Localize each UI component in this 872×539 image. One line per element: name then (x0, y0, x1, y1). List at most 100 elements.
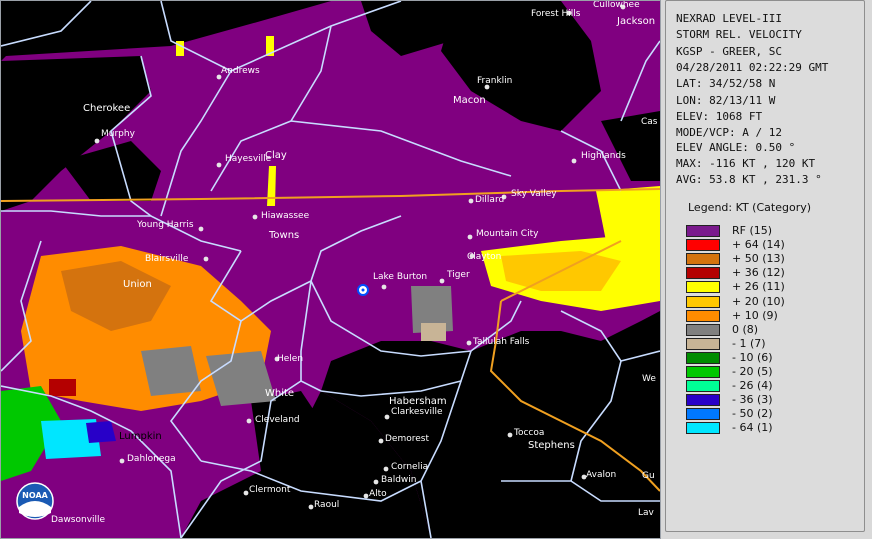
legend-label: + 50 (13) (732, 252, 785, 266)
legend-swatch (686, 309, 720, 322)
noaa-logo: NOAA (16, 482, 54, 520)
legend-swatch (686, 267, 720, 280)
city-dot (466, 340, 472, 346)
place-label: Mountain City (476, 229, 539, 239)
place-label: Dillard (475, 195, 504, 205)
place-label: Cas (641, 117, 658, 127)
legend-swatch (686, 323, 720, 336)
city-dot (373, 479, 379, 485)
info-stat-line: AVG: 53.8 KT , 231.3 ° (676, 173, 822, 186)
legend-label: + 26 (11) (732, 280, 785, 294)
legend-label: + 10 (9) (732, 308, 778, 322)
info-line: LON: 82/13/11 W (676, 93, 776, 107)
place-label: Lav (638, 508, 655, 518)
legend-swatch (686, 295, 720, 308)
legend-label: 0 (8) (732, 322, 759, 336)
city-dot (308, 504, 314, 510)
legend-label: + 64 (14) (732, 238, 785, 252)
city-dot (384, 414, 390, 420)
legend-label: - 64 (1) (732, 421, 773, 435)
place-label: Macon (453, 95, 486, 106)
info-line: NEXRAD LEVEL-III (676, 12, 782, 25)
place-label: White (265, 388, 294, 399)
city-dot (468, 198, 474, 204)
legend-label: - 10 (6) (732, 350, 773, 364)
city-dot (507, 432, 513, 438)
noaa-logo-text: NOAA (22, 491, 48, 500)
info-line: LAT: 34/52/58 N (676, 77, 776, 91)
place-label: Alto (369, 489, 387, 499)
place-label: Gu (642, 471, 655, 481)
legend-swatch (686, 380, 720, 393)
place-label: Clarkesville (391, 407, 443, 417)
place-label: Cullowhee (593, 1, 640, 10)
legend-swatch (686, 239, 720, 252)
legend-swatch (686, 394, 720, 407)
radar-map-svg: NOAA Forest Hills Cullowhee Jackson Andrews… (1, 1, 660, 538)
legend-swatch (686, 337, 720, 350)
legend-swatch (686, 422, 720, 435)
place-label: Murphy (101, 129, 136, 139)
city-dot (252, 214, 258, 220)
place-label: Clayton (467, 252, 501, 262)
legend-label: - 26 (4) (732, 379, 773, 393)
city-dot (119, 458, 125, 464)
info-stat-line: ELEV ANGLE: 0.50 ° (676, 141, 796, 154)
legend-swatch (686, 281, 720, 294)
place-label: Sky Valley (511, 189, 557, 199)
place-label: Helen (277, 354, 303, 364)
place-label: Highlands (581, 151, 626, 161)
city-dot (243, 490, 249, 496)
info-line: MODE/VCP: A / 12 (676, 126, 782, 140)
legend-label: - 50 (2) (732, 407, 773, 421)
city-dot (571, 158, 577, 164)
place-label: Lake Burton (373, 272, 427, 282)
place-label: Lumpkin (119, 431, 162, 442)
legend-swatch (686, 366, 720, 378)
place-label: We (642, 374, 656, 384)
city-dot (246, 418, 252, 424)
place-label: Cleveland (255, 415, 300, 425)
city-dot (198, 226, 204, 232)
place-label: Cornelia (391, 462, 428, 472)
city-dot (467, 234, 473, 240)
place-label: Avalon (586, 470, 616, 480)
info-panel: NEXRAD LEVEL-III STORM REL. VELOCITY KGSP … (665, 0, 865, 532)
city-dot (203, 256, 209, 262)
city-dot (383, 466, 389, 472)
radar-map[interactable]: NOAA Forest Hills Cullowhee Jackson Andrews… (0, 0, 661, 539)
legend-label: + 36 (12) (732, 266, 785, 280)
info-stat-line: MAX: -116 KT , 120 KT (676, 157, 816, 170)
legend-label: - 1 (7) (732, 336, 766, 350)
city-dot (381, 284, 387, 290)
place-label: Raoul (314, 500, 339, 510)
place-label: Habersham (389, 396, 447, 407)
info-line: STORM REL. VELOCITY (676, 28, 802, 42)
place-label: Clermont (249, 485, 291, 495)
place-label: Toccoa (513, 428, 544, 438)
place-label: Stephens (528, 440, 575, 451)
city-dot (439, 278, 445, 284)
legend-title: Legend: KT (Category) (688, 201, 812, 214)
place-label: Cherokee (83, 103, 130, 114)
info-line: ELEV: 1068 FT (676, 109, 763, 123)
place-label: Dahlonega (127, 454, 176, 464)
place-label: Demorest (385, 434, 429, 444)
place-label: Tiger (446, 270, 470, 280)
place-label: Dawsonville (51, 515, 106, 525)
legend-label: RF (15) (732, 224, 773, 237)
place-label: Jackson (616, 16, 655, 27)
legend-swatch (686, 225, 720, 237)
place-label: Union (123, 279, 152, 290)
place-label: Franklin (477, 76, 512, 86)
place-label: Hiawassee (261, 211, 310, 221)
city-dot (216, 162, 222, 168)
legend-swatch (686, 408, 720, 421)
place-label: Forest Hills (531, 9, 581, 19)
place-label: Tallulah Falls (472, 337, 530, 347)
info-line: KGSP - GREER, SC (676, 44, 782, 58)
legend-swatch (686, 253, 720, 266)
place-label: Andrews (221, 66, 260, 76)
radar-site-marker[interactable] (357, 284, 369, 296)
legend-label: - 20 (5) (732, 365, 773, 378)
